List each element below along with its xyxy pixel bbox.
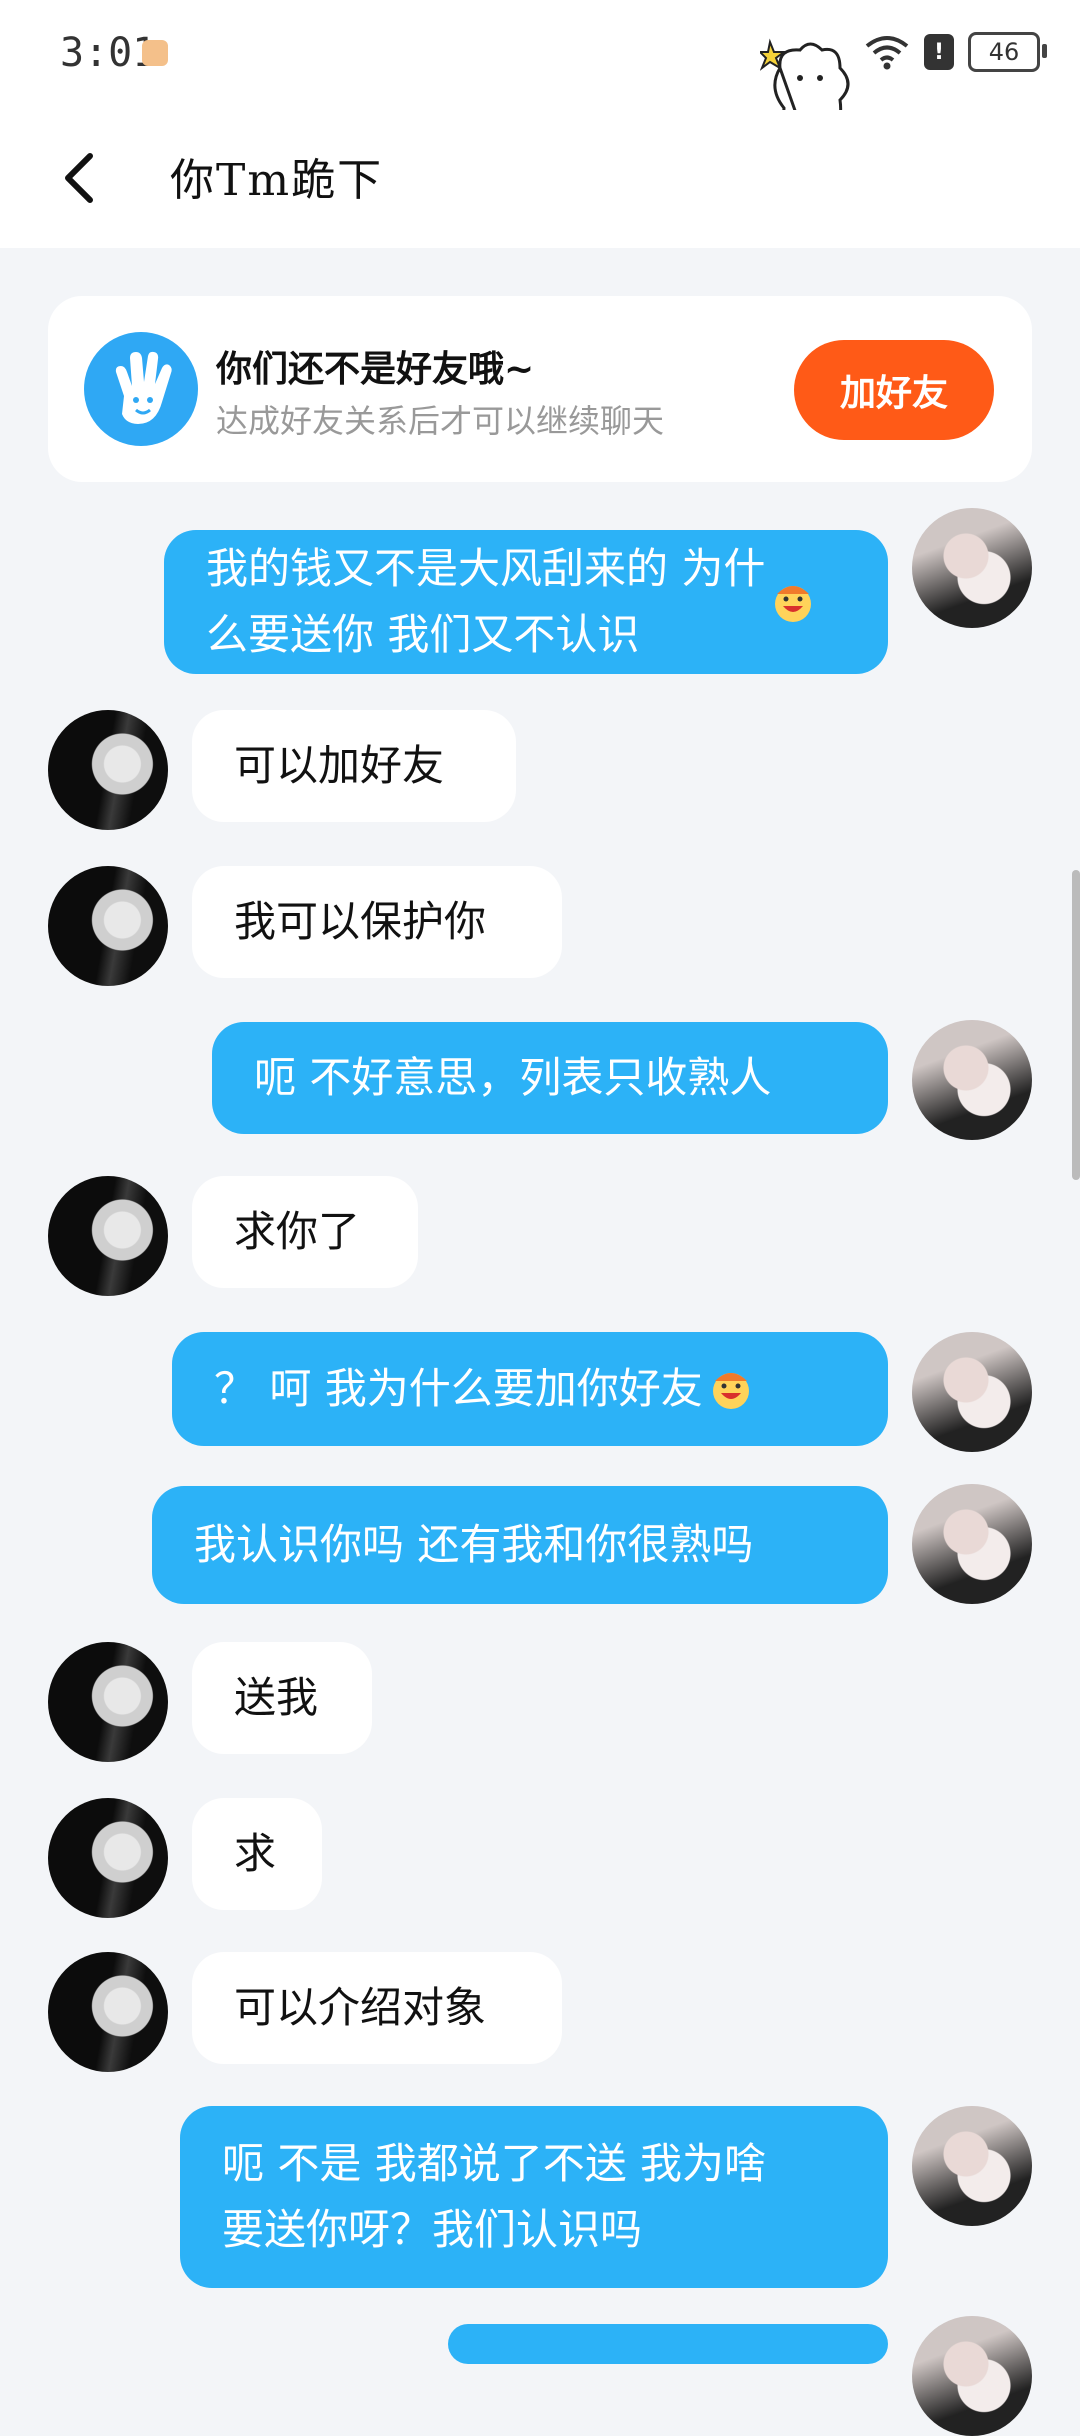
card-title: 你们还不是好友哦~	[216, 349, 535, 390]
message-bubble-partial[interactable]	[448, 2324, 888, 2364]
my-avatar[interactable]	[912, 508, 1032, 628]
message-bubble[interactable]: 我可以保护你	[192, 866, 562, 978]
wifi-icon	[865, 36, 909, 70]
my-avatar[interactable]	[912, 1020, 1032, 1140]
message-bubble[interactable]: 呃 不好意思，列表只收熟人	[212, 1022, 888, 1134]
not-friends-card: 你们还不是好友哦~ 达成好友关系后才可以继续聊天 加好友	[48, 296, 1032, 482]
contact-avatar[interactable]	[48, 866, 168, 986]
hand-wave-icon	[84, 332, 198, 446]
my-avatar[interactable]	[912, 2316, 1032, 2436]
laughing-emoji-icon	[712, 1373, 749, 1409]
message-text: 我认识你吗 还有我和你很熟吗	[194, 1520, 754, 1569]
contact-avatar[interactable]	[48, 1952, 168, 2072]
message-text: 呃 不好意思，列表只收熟人	[254, 1053, 772, 1102]
alert-icon: !	[924, 34, 954, 70]
message-text: 求你了	[234, 1207, 361, 1256]
message-text: 送我	[234, 1673, 319, 1722]
contact-avatar[interactable]	[48, 1642, 168, 1762]
message-text: 求	[234, 1829, 277, 1878]
message-bubble[interactable]: 送我	[192, 1642, 372, 1754]
message-text: 我的钱又不是大风刮来的 为什 么要送你 我们又不认识	[206, 544, 766, 659]
card-subtitle: 达成好友关系后才可以继续聊天	[216, 402, 665, 440]
contact-avatar[interactable]	[48, 1176, 168, 1296]
battery-icon: 46	[968, 32, 1047, 72]
add-friend-button[interactable]: 加好友	[794, 340, 994, 440]
message-text: ？ 呵 我为什么要加你好友	[214, 1364, 703, 1413]
my-avatar[interactable]	[912, 1332, 1032, 1452]
my-avatar[interactable]	[912, 1484, 1032, 1604]
message-bubble[interactable]: 可以加好友	[192, 710, 516, 822]
scrollbar[interactable]	[1072, 870, 1080, 1180]
chat-header: 你Tm跪下	[0, 110, 1080, 248]
my-avatar[interactable]	[912, 2106, 1032, 2226]
message-bubble[interactable]: 我的钱又不是大风刮来的 为什 么要送你 我们又不认识	[164, 530, 888, 674]
message-bubble[interactable]: 求你了	[192, 1176, 418, 1288]
message-text: 我可以保护你	[234, 897, 487, 946]
laughing-emoji-icon	[775, 586, 812, 622]
message-bubble[interactable]: 我认识你吗 还有我和你很熟吗	[152, 1486, 888, 1604]
back-arrow-icon[interactable]	[56, 148, 106, 208]
notification-app-icon	[142, 40, 168, 66]
status-bar: 3:01 ! 46	[0, 0, 1080, 156]
message-bubble[interactable]: 呃 不是 我都说了不送 我为啥 要送你呀？我们认识吗	[180, 2106, 888, 2288]
message-bubble[interactable]: ？ 呵 我为什么要加你好友	[172, 1332, 888, 1446]
message-bubble[interactable]: 可以介绍对象	[192, 1952, 562, 2064]
contact-avatar[interactable]	[48, 710, 168, 830]
message-text: 可以介绍对象	[234, 1983, 487, 2032]
message-bubble[interactable]: 求	[192, 1798, 322, 1910]
message-text: 呃 不是 我都说了不送 我为啥 要送你呀？我们认识吗	[222, 2139, 767, 2254]
message-text: 可以加好友	[234, 741, 445, 790]
chat-title: 你Tm跪下	[170, 155, 384, 206]
contact-avatar[interactable]	[48, 1798, 168, 1918]
